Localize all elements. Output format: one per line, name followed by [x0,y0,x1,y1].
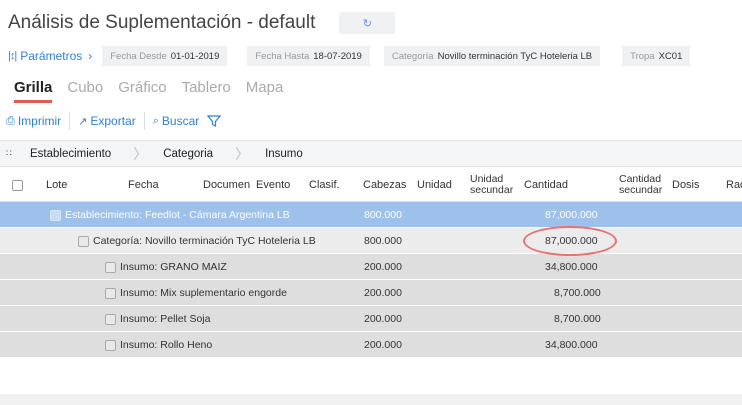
col-lote[interactable]: Lote [46,167,67,203]
print-label: Imprimir [17,114,62,128]
parameters-bar: |↕| Parámetros › Fecha Desde 01-01-2019 … [8,46,691,66]
export-label: Exportar [90,114,136,128]
table-row[interactable]: Insumo: Mix suplementario engorde 200.00… [0,280,742,306]
group-label: Insumo [265,147,303,160]
table-row[interactable]: Insumo: GRANO MAIZ 200.000 34,800.000 [0,254,742,280]
group-label: Establecimiento [30,147,112,160]
tab-grafico[interactable]: Gráfico [118,79,166,103]
grid-header: Lote Fecha Documen Evento Clasif. Cabeza… [0,166,742,202]
filter-label: Fecha Hasta [255,50,310,62]
page-title: Análisis de Suplementación - default [8,12,316,33]
view-tabs: Grilla Cubo Gráfico Tablero Mapa [14,79,283,103]
tab-grilla[interactable]: Grilla [14,79,53,103]
group-categoria[interactable]: Categoria 〉 [163,144,249,164]
col-documento[interactable]: Documen [203,167,250,203]
group-insumo[interactable]: Insumo [265,148,303,160]
search-label: Buscar [161,114,200,128]
group-cell: Insumo: GRANO MAIZ [105,254,227,280]
print-button[interactable]: ⎙ Imprimir [0,112,71,130]
row-checkbox[interactable] [105,287,116,299]
col-unidad-secundaria[interactable]: Unidad secundar [470,167,514,203]
filter-icon[interactable] [207,114,222,128]
cell-cabezas: 200.000 [364,261,402,273]
table-row[interactable]: Insumo: Rollo Heno 200.000 34,800.000 [0,332,742,358]
filter-fecha-desde[interactable]: Fecha Desde 01-01-2019 [102,46,228,66]
filter-categoria[interactable]: Categoría Novillo terminación TyC Hotele… [383,46,601,66]
group-cell: Categoría: Novillo terminación TyC Hotel… [78,228,316,254]
filter-value: 18-07-2019 [313,50,362,62]
search-button[interactable]: ⌕ Buscar [145,112,230,130]
grid-footer [0,394,742,405]
filter-tropa[interactable]: Tropa XC01 [622,46,691,66]
cell-cantidad: 8,700.000 [554,313,601,325]
external-link-icon: ↗ [78,115,88,128]
tab-tablero[interactable]: Tablero [182,79,231,103]
col-cabezas[interactable]: Cabezas [363,167,406,203]
sliders-icon: |↕| [8,50,17,62]
group-row-label: Insumo: GRANO MAIZ [120,261,227,273]
group-cell: Insumo: Mix suplementario engorde [105,280,287,306]
table-row[interactable]: Establecimiento: Feedlot - Cámara Argent… [0,202,742,228]
refresh-button[interactable]: ↻ [339,12,396,34]
row-checkbox[interactable] [105,339,116,351]
group-row-label: Insumo: Mix suplementario engorde [120,287,287,299]
table-row[interactable]: Categoría: Novillo terminación TyC Hotel… [0,228,742,254]
filter-label: Tropa [630,50,655,62]
printer-icon: ⎙ [6,114,15,127]
export-button[interactable]: ↗ Exportar [70,112,145,130]
drag-handle-icon[interactable]: ∷ [6,148,14,159]
group-label: Categoria [163,147,214,160]
col-unidad[interactable]: Unidad [417,167,452,203]
cell-cabezas: 800.000 [364,235,402,247]
col-cantidad-secundaria[interactable]: Cantidad secundar [619,167,667,203]
group-establecimiento[interactable]: Establecimiento 〉 [30,144,147,164]
parameters-toggle[interactable]: |↕| Parámetros › [8,49,92,63]
group-cell: Insumo: Pellet Soja [105,306,210,332]
tab-cubo[interactable]: Cubo [67,79,103,103]
chevron-right-icon: 〉 [235,145,250,162]
filter-value: 01-01-2019 [170,50,220,62]
tab-mapa[interactable]: Mapa [246,79,284,103]
cell-cabezas: 200.000 [364,287,402,299]
col-fecha[interactable]: Fecha [128,167,159,203]
row-checkbox[interactable] [105,313,116,325]
col-cantidad[interactable]: Cantidad [524,167,568,203]
refresh-icon: ↻ [362,17,372,30]
col-dosis[interactable]: Dosis [672,167,700,203]
select-all-checkbox[interactable] [12,167,23,203]
filter-label: Categoría [391,50,434,62]
cell-cantidad: 34,800.000 [545,261,598,273]
grouping-bar: ∷ Establecimiento 〉 Categoria 〉 Insumo [0,140,742,166]
col-evento[interactable]: Evento [256,167,290,203]
filter-label: Fecha Desde [110,50,167,62]
group-row-label: Categoría: Novillo terminación TyC Hotel… [93,235,316,247]
row-checkbox[interactable] [78,235,89,247]
highlight-annotation [523,226,617,256]
cell-cantidad: 34,800.000 [545,339,598,351]
col-racion[interactable]: Rac [726,167,742,203]
group-cell: Insumo: Rollo Heno [105,332,212,358]
title-row: Análisis de Suplementación - default ↻ [8,8,396,38]
table-row[interactable]: Insumo: Pellet Soja 200.000 8,700.000 [0,306,742,332]
cell-cabezas: 200.000 [364,313,402,325]
group-row-label: Insumo: Rollo Heno [120,339,213,351]
parameters-label: Parámetros [20,49,83,63]
group-cell: Establecimiento: Feedlot - Cámara Argent… [50,202,290,228]
chevron-right-icon: › [88,49,93,63]
chevron-right-icon: 〉 [133,145,148,162]
col-clasif[interactable]: Clasif. [309,167,340,203]
row-checkbox[interactable] [105,261,116,273]
cell-cantidad: 87,000.000 [545,209,598,221]
cell-cantidad: 8,700.000 [554,287,601,299]
filter-fecha-hasta[interactable]: Fecha Hasta 18-07-2019 [247,46,370,66]
filter-value: Novillo terminación TyC Hoteleria LB [437,50,593,62]
group-row-label: Insumo: Pellet Soja [120,313,211,325]
cell-cabezas: 200.000 [364,339,402,351]
row-checkbox[interactable] [50,209,61,221]
search-icon: ⌕ [152,114,159,127]
cell-cabezas: 800.000 [364,209,402,221]
filter-value: XC01 [658,50,683,62]
group-row-label: Establecimiento: Feedlot - Cámara Argent… [65,209,290,221]
grid-toolbar: ⎙ Imprimir ↗ Exportar ⌕ Buscar [0,110,742,132]
